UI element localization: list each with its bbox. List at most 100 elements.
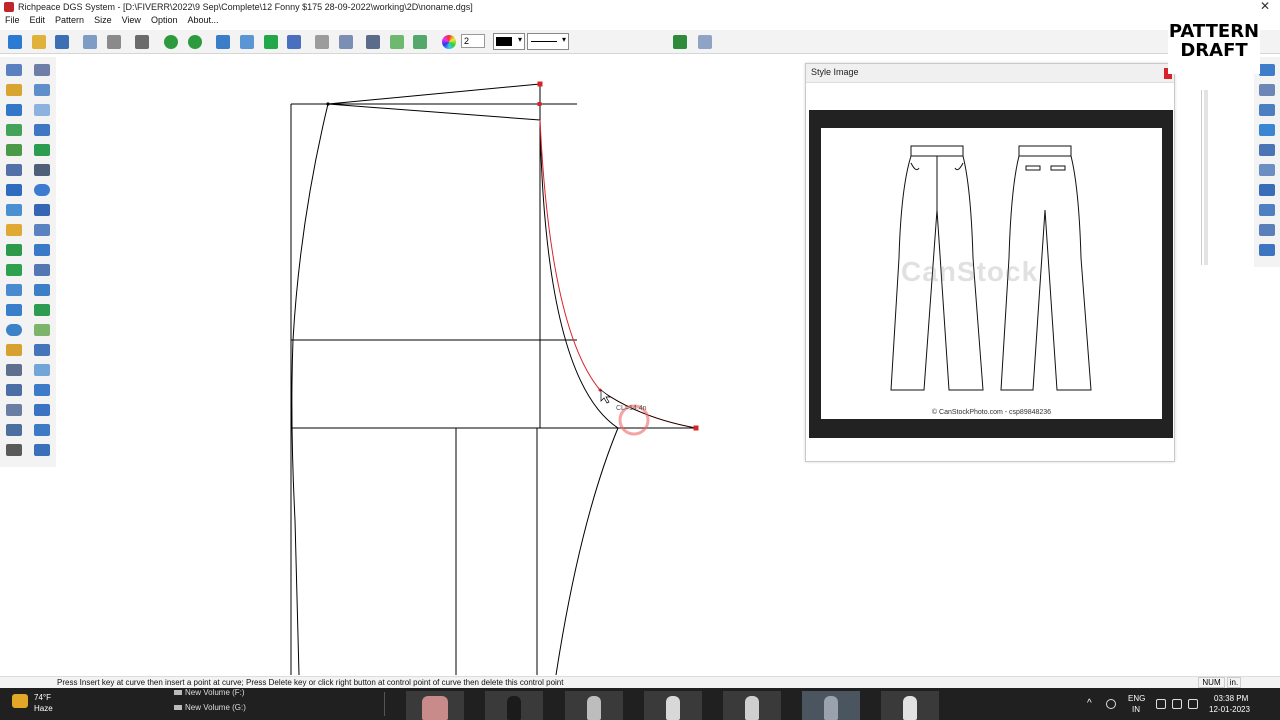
region-indicator[interactable]: IN [1132, 705, 1140, 714]
help-icon[interactable] [696, 33, 714, 51]
line-style-dropdown[interactable] [527, 33, 569, 50]
weather-condition[interactable]: Haze [34, 704, 53, 713]
line-color-dropdown[interactable] [493, 33, 525, 50]
control-point[interactable] [537, 81, 543, 87]
type-tool-icon[interactable] [5, 442, 23, 458]
ruler-icon[interactable] [337, 33, 355, 51]
microphone-icon[interactable] [1106, 699, 1116, 709]
points-icon[interactable] [364, 33, 382, 51]
bucket-icon[interactable] [285, 33, 303, 51]
curve-icon[interactable] [388, 33, 406, 51]
camera-icon[interactable] [105, 33, 123, 51]
line-width-input[interactable] [461, 34, 485, 48]
marker-tool-icon[interactable] [5, 342, 23, 358]
language-indicator[interactable]: ENG [1128, 694, 1145, 703]
color-wheel-icon[interactable] [440, 33, 458, 51]
wifi-icon[interactable] [1156, 699, 1166, 709]
rt-tool-3-icon[interactable] [1258, 102, 1276, 118]
control-point[interactable] [326, 102, 330, 106]
redo-icon[interactable] [186, 33, 204, 51]
menu-option[interactable]: Option [146, 15, 183, 29]
volume-icon[interactable] [1172, 699, 1182, 709]
spiral-tool-icon[interactable] [5, 322, 23, 338]
select-tool-icon[interactable] [5, 62, 23, 78]
taskbar-thumbnail[interactable] [802, 691, 860, 720]
new-file-icon[interactable] [6, 33, 24, 51]
pen-icon[interactable] [313, 33, 331, 51]
battery-icon[interactable] [1188, 699, 1198, 709]
menu-edit[interactable]: Edit [25, 15, 51, 29]
rt-tool-4-icon[interactable] [1258, 122, 1276, 138]
split-tool-icon[interactable] [5, 142, 23, 158]
cut-tool-icon[interactable] [5, 202, 23, 218]
undo-icon[interactable] [162, 33, 180, 51]
layers-icon[interactable] [671, 33, 689, 51]
weather-temperature[interactable]: 74°F [34, 693, 51, 702]
table-icon[interactable] [238, 33, 256, 51]
taskbar-thumbnail[interactable] [565, 691, 623, 720]
dart-tool-icon[interactable] [33, 322, 51, 338]
wave-icon[interactable] [411, 33, 429, 51]
table-tool-icon[interactable] [5, 422, 23, 438]
print-icon[interactable] [133, 33, 151, 51]
rt-tool-6-icon[interactable] [1258, 162, 1276, 178]
rt-tool-7-icon[interactable] [1258, 182, 1276, 198]
eraser-icon[interactable] [81, 33, 99, 51]
edited-crotch-curve[interactable] [539, 119, 697, 429]
grade-tool-icon[interactable] [5, 282, 23, 298]
distance-tool-icon[interactable] [33, 162, 51, 178]
stitch-tool-icon[interactable] [5, 402, 23, 418]
button-tool-icon[interactable] [33, 382, 51, 398]
text-tool-icon[interactable] [5, 182, 23, 198]
weather-icon[interactable] [12, 694, 28, 708]
taskbar-thumbnail[interactable] [644, 691, 702, 720]
close-window-button[interactable]: ✕ [1260, 0, 1270, 13]
boot-tool-icon[interactable] [33, 122, 51, 138]
rt-tool-5-icon[interactable] [1258, 142, 1276, 158]
save-icon[interactable] [53, 33, 71, 51]
rt-tool-8-icon[interactable] [1258, 202, 1276, 218]
clock-date[interactable]: 12-01-2023 [1209, 705, 1250, 714]
menu-file[interactable]: File [0, 15, 25, 29]
taskbar-thumbnail[interactable] [723, 691, 781, 720]
drive-g-item[interactable]: New Volume (G:) [174, 703, 246, 712]
open-folder-icon[interactable] [30, 33, 48, 51]
shape-icon[interactable] [262, 33, 280, 51]
rt-tool-10-icon[interactable] [1258, 242, 1276, 258]
notch-tool-icon[interactable] [33, 222, 51, 238]
rectangle-tool-icon[interactable] [5, 102, 23, 118]
taskbar-thumbnail[interactable] [881, 691, 939, 720]
grid-icon[interactable] [214, 33, 232, 51]
window-tool-icon[interactable] [33, 242, 51, 258]
blob-tool-icon[interactable] [33, 102, 51, 118]
menu-size[interactable]: Size [89, 15, 117, 29]
scissor-tool-icon[interactable] [5, 382, 23, 398]
taskbar-thumbnail[interactable] [406, 691, 464, 720]
link-tool-icon[interactable] [5, 162, 23, 178]
pleat-tool-icon[interactable] [33, 362, 51, 378]
mirror-tool-icon[interactable] [5, 302, 23, 318]
menu-view[interactable]: View [117, 15, 146, 29]
seam-tool-icon[interactable] [5, 262, 23, 278]
bag-tool-icon[interactable] [33, 82, 51, 98]
adjust-tool-icon[interactable] [33, 62, 51, 78]
drill-tool-icon[interactable] [33, 402, 51, 418]
measure-tool-icon[interactable] [5, 122, 23, 138]
rotate-tool-icon[interactable] [33, 282, 51, 298]
layout-tool-icon[interactable] [33, 442, 51, 458]
ruler-tool-icon[interactable] [5, 222, 23, 238]
clock-time[interactable]: 03:38 PM [1214, 694, 1248, 703]
rt-tool-1-icon[interactable] [1258, 62, 1276, 78]
drive-f-item[interactable]: New Volume (F:) [174, 688, 245, 697]
circle-tool-icon[interactable] [33, 182, 51, 198]
rt-tool-2-icon[interactable] [1258, 82, 1276, 98]
figure-tool-icon[interactable] [33, 422, 51, 438]
piece-tool-icon[interactable] [5, 242, 23, 258]
control-point[interactable] [693, 425, 699, 431]
pattern-tool-icon[interactable] [33, 202, 51, 218]
frame-tool-icon[interactable] [33, 342, 51, 358]
pencil-tool-icon[interactable] [5, 82, 23, 98]
trace-tool-icon[interactable] [5, 362, 23, 378]
fill-tool-icon[interactable] [33, 142, 51, 158]
taskbar-thumbnail[interactable] [485, 691, 543, 720]
